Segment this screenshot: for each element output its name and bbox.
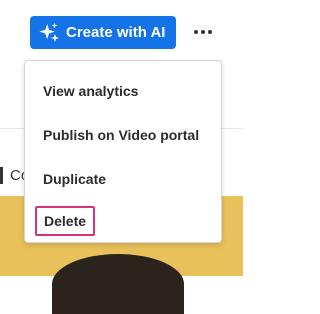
create-with-ai-label: Create with AI	[66, 24, 166, 41]
thumbnail-person	[52, 254, 184, 314]
menu-item-label: Publish on Video portal	[43, 127, 200, 143]
more-options-menu: View analytics Publish on Video portal D…	[24, 60, 222, 243]
more-horizontal-icon-dot	[208, 30, 212, 34]
create-with-ai-button[interactable]: Create with AI	[30, 16, 176, 49]
menu-item-label: Duplicate	[43, 171, 107, 187]
menu-item-label: Delete	[44, 213, 87, 229]
sparkle-icon	[39, 22, 60, 42]
more-options-button[interactable]	[188, 18, 218, 46]
more-horizontal-icon	[194, 30, 198, 34]
tab-active-indicator	[0, 167, 3, 184]
delete-highlight-box[interactable]: Delete	[35, 206, 96, 236]
menu-item-duplicate[interactable]: Duplicate	[25, 162, 221, 196]
more-horizontal-icon-dot	[201, 30, 205, 34]
menu-item-view-analytics[interactable]: View analytics	[25, 74, 221, 108]
background-divider-right	[222, 128, 243, 129]
menu-item-label: View analytics	[43, 83, 139, 99]
menu-item-publish-video-portal[interactable]: Publish on Video portal	[25, 118, 221, 152]
menu-item-delete[interactable]: Delete	[25, 206, 221, 240]
